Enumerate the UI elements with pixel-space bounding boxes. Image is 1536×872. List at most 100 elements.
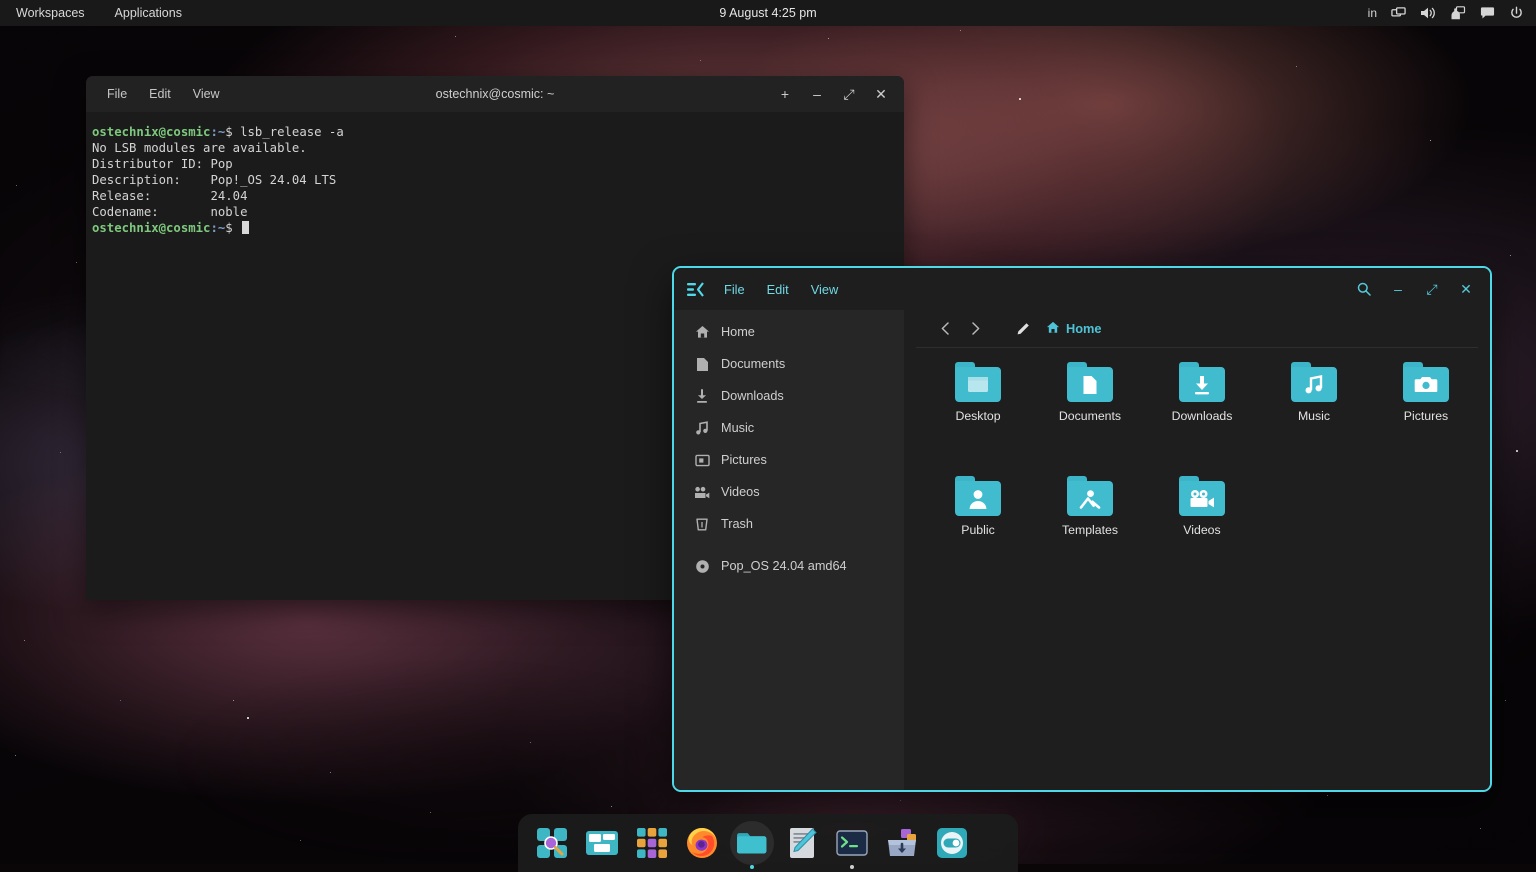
file-grid: Desktop Documents Downloads <box>904 348 1490 590</box>
sidebar-item-label: Music <box>721 421 754 435</box>
file-item-videos[interactable]: Videos <box>1146 476 1258 562</box>
text-editor-icon[interactable] <box>780 821 824 865</box>
display-icon[interactable] <box>1391 6 1406 21</box>
download-icon <box>694 388 710 404</box>
file-item-label: Public <box>961 523 995 537</box>
applications-button[interactable]: Applications <box>109 3 188 23</box>
sidebar-item-home[interactable]: Home <box>680 316 898 348</box>
trash-icon <box>694 516 710 532</box>
terminal-icon[interactable] <box>830 821 874 865</box>
launcher-icon[interactable] <box>530 821 574 865</box>
sidebar-item-downloads[interactable]: Downloads <box>680 380 898 412</box>
terminal-new-tab-button[interactable]: + <box>774 83 796 105</box>
file-manager-titlebar[interactable]: File Edit View – ⤢ ✕ <box>674 268 1490 310</box>
fm-minimize-button[interactable]: – <box>1388 279 1408 299</box>
image-icon <box>694 452 710 468</box>
firefox-icon[interactable] <box>680 821 724 865</box>
terminal-output-line: Codename: noble <box>92 204 904 220</box>
home-icon <box>694 324 710 340</box>
terminal-minimize-button[interactable]: – <box>806 83 828 105</box>
file-item-pictures[interactable]: Pictures <box>1370 362 1482 448</box>
folder-icon-pictures <box>1403 362 1449 402</box>
folder-icon-documents <box>1067 362 1113 402</box>
sidebar-item-videos[interactable]: Videos <box>680 476 898 508</box>
file-item-desktop[interactable]: Desktop <box>922 362 1034 448</box>
file-item-public[interactable]: Public <box>922 476 1034 562</box>
file-manager-body: Home Documents Downloads Music <box>674 310 1490 792</box>
home-icon <box>1046 321 1060 337</box>
file-item-documents[interactable]: Documents <box>1034 362 1146 448</box>
disc-icon <box>694 558 710 574</box>
fm-close-button[interactable]: ✕ <box>1456 279 1476 299</box>
file-item-label: Pictures <box>1404 409 1448 423</box>
back-button[interactable] <box>932 316 958 342</box>
file-manager-window[interactable]: File Edit View – ⤢ ✕ Home <box>672 266 1492 792</box>
terminal-window-controls: + – ⤢ ✕ <box>774 83 904 105</box>
fm-maximize-button[interactable]: ⤢ <box>1422 279 1442 299</box>
terminal-cursor <box>242 221 249 234</box>
app-store-icon[interactable] <box>880 821 924 865</box>
terminal-maximize-button[interactable]: ⤢ <box>838 83 860 105</box>
edit-path-button[interactable] <box>1010 316 1036 342</box>
folder-icon-downloads <box>1179 362 1225 402</box>
search-icon[interactable] <box>1354 279 1374 299</box>
sidebar-item-label: Home <box>721 325 755 339</box>
running-indicator <box>850 865 854 869</box>
file-item-music[interactable]: Music <box>1258 362 1370 448</box>
folder-icon-public <box>955 476 1001 516</box>
files-icon[interactable] <box>730 821 774 865</box>
touch-input-icon[interactable] <box>1450 6 1466 21</box>
terminal-prompt-symbol: $ <box>225 125 240 139</box>
terminal-menubar: File Edit View <box>86 83 229 105</box>
notifications-icon[interactable] <box>1480 6 1495 20</box>
file-item-label: Documents <box>1059 409 1121 423</box>
terminal-menu-file[interactable]: File <box>98 83 136 105</box>
workspaces-icon[interactable] <box>580 821 624 865</box>
settings-icon[interactable] <box>930 821 974 865</box>
file-item-templates[interactable]: Templates <box>1034 476 1146 562</box>
workspaces-button[interactable]: Workspaces <box>10 3 91 23</box>
file-item-label: Templates <box>1062 523 1118 537</box>
fm-menu-file[interactable]: File <box>714 278 755 301</box>
app-grid-icon[interactable] <box>630 821 674 865</box>
breadcrumb[interactable]: Home <box>1046 321 1102 337</box>
terminal-active-prompt: ostechnix@cosmic:~$ <box>92 220 904 236</box>
running-indicator <box>750 865 754 869</box>
top-panel-left: Workspaces Applications <box>0 3 188 23</box>
terminal-close-button[interactable]: ✕ <box>870 83 892 105</box>
terminal-menu-edit[interactable]: Edit <box>140 83 180 105</box>
fm-menu-edit[interactable]: Edit <box>757 278 799 301</box>
sidebar-item-documents[interactable]: Documents <box>680 348 898 380</box>
file-manager-toolbar: Home <box>916 310 1478 348</box>
terminal-output-line: No LSB modules are available. <box>92 140 904 156</box>
dock <box>518 814 1018 872</box>
clock[interactable]: 9 August 4:25 pm <box>0 6 1536 20</box>
power-icon[interactable] <box>1509 6 1524 21</box>
breadcrumb-label: Home <box>1066 321 1102 336</box>
file-manager-sidebar: Home Documents Downloads Music <box>674 310 904 792</box>
file-manager-menubar: File Edit View <box>714 278 848 301</box>
file-item-label: Downloads <box>1172 409 1233 423</box>
sidebar-item-trash[interactable]: Trash <box>680 508 898 540</box>
file-item-label: Videos <box>1183 523 1220 537</box>
terminal-prompt-user: ostechnix@cosmic <box>92 221 210 235</box>
folder-icon-music <box>1291 362 1337 402</box>
sidebar-item-label: Downloads <box>721 389 784 403</box>
keyboard-layout-indicator[interactable]: in <box>1368 6 1377 20</box>
sidebar-item-pictures[interactable]: Pictures <box>680 444 898 476</box>
terminal-command: lsb_release -a <box>240 125 344 139</box>
terminal-prompt-user: ostechnix@cosmic <box>92 125 210 139</box>
forward-button[interactable] <box>962 316 988 342</box>
sidebar-item-pop-os-drive[interactable]: Pop_OS 24.04 amd64 <box>680 550 898 582</box>
file-item-downloads[interactable]: Downloads <box>1146 362 1258 448</box>
file-manager-app-icon[interactable] <box>686 280 704 298</box>
folder-icon-templates <box>1067 476 1113 516</box>
fm-menu-view[interactable]: View <box>801 278 849 301</box>
top-panel-right: in <box>1368 6 1536 21</box>
terminal-menu-view[interactable]: View <box>184 83 229 105</box>
sidebar-item-label: Trash <box>721 517 753 531</box>
sidebar-item-music[interactable]: Music <box>680 412 898 444</box>
terminal-titlebar[interactable]: File Edit View ostechnix@cosmic: ~ + – ⤢… <box>86 76 904 112</box>
volume-icon[interactable] <box>1420 6 1436 20</box>
terminal-prompt-symbol: $ <box>225 221 240 235</box>
